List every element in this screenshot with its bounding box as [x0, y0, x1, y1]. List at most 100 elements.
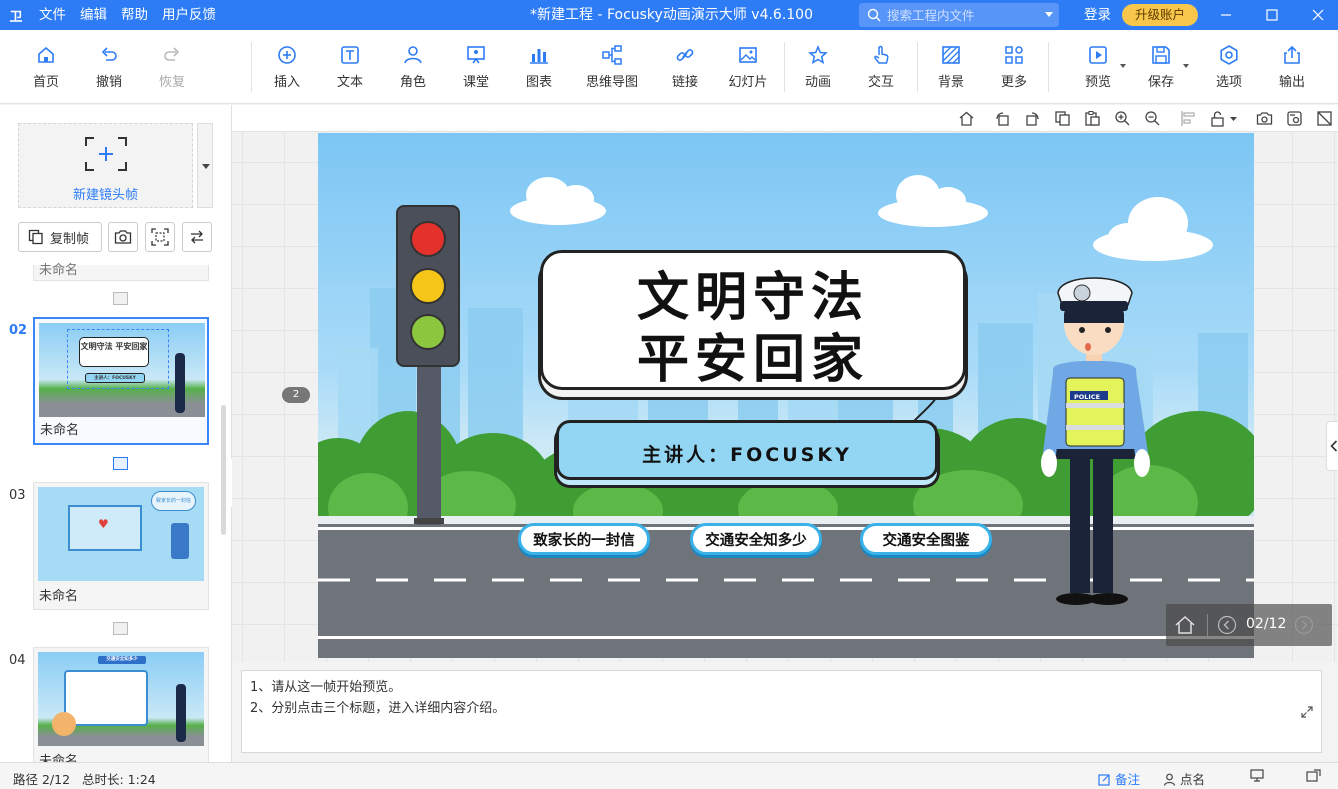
search-dropdown-icon[interactable] [1045, 12, 1053, 17]
save-button[interactable]: 保存 [1131, 44, 1191, 90]
align-left-icon[interactable] [1180, 110, 1197, 127]
snapshot-button[interactable] [108, 222, 138, 252]
slide-thumbnail: 交通安全知多少 [38, 652, 204, 746]
canvas-area[interactable]: 2 文明守法 平安回家 主讲人：FOCUSKY 致家长的一封信 交通安全知多少 … [232, 105, 1338, 662]
export-button[interactable]: 输出 [1262, 44, 1322, 90]
menu-file[interactable]: 文件 [32, 0, 73, 30]
link-button-letter[interactable]: 致家长的一封信 [518, 523, 650, 555]
prev-slide-icon[interactable] [1217, 615, 1237, 635]
project-search[interactable] [859, 3, 1059, 27]
home-view-icon[interactable] [958, 110, 975, 127]
mindmap-icon [602, 45, 622, 65]
preview-button[interactable]: 预览 [1068, 44, 1128, 90]
maximize-icon[interactable] [1252, 0, 1292, 30]
thumb-selection-box [67, 329, 169, 389]
transition-icon[interactable] [113, 292, 128, 305]
close-icon[interactable] [1298, 0, 1338, 30]
thumb-children [52, 712, 76, 736]
chart-button[interactable]: 图表 [509, 44, 569, 90]
home-icon[interactable] [1174, 614, 1196, 636]
expand-right-panel-button[interactable] [1326, 421, 1338, 471]
more-button[interactable]: 更多 [984, 44, 1044, 90]
slide-title-box[interactable]: 文明守法 平安回家 [540, 250, 966, 390]
upgrade-button[interactable]: 升级账户 [1122, 4, 1198, 26]
chevron-down-icon [202, 164, 210, 169]
zoom-in-icon[interactable] [1114, 110, 1131, 127]
fullscreen-icon[interactable] [1306, 769, 1321, 785]
menu-help[interactable]: 帮助 [114, 0, 155, 30]
home-button[interactable]: 首页 [16, 44, 76, 90]
options-button[interactable]: 选项 [1199, 44, 1259, 90]
character-button[interactable]: 角色 [383, 44, 443, 90]
notes-textarea[interactable]: 1、请从这一帧开始预览。 2、分别点击三个标题，进入详细内容介绍。 [241, 670, 1294, 753]
screenshot-icon[interactable] [1256, 110, 1273, 127]
reorder-button[interactable] [182, 222, 212, 252]
thumb-police-figure [175, 353, 185, 413]
duplicate-icon[interactable] [1054, 110, 1071, 127]
screen-icon[interactable] [1250, 769, 1264, 785]
slide-card-03[interactable]: ♥ 致家长的一封信 未命名 [33, 482, 209, 610]
interaction-button[interactable]: 交互 [851, 44, 911, 90]
paste-icon[interactable] [1084, 110, 1101, 127]
animation-button[interactable]: 动画 [788, 44, 848, 90]
rotate-left-icon[interactable] [994, 110, 1011, 127]
expand-notes-button[interactable] [1293, 670, 1322, 753]
menu-feedback[interactable]: 用户反馈 [155, 0, 223, 30]
link-button[interactable]: 链接 [655, 44, 715, 90]
slide-number: 04 [9, 653, 26, 668]
app-logo-icon: 卫 [9, 9, 23, 25]
rotate-right-icon[interactable] [1024, 110, 1041, 127]
redo-button[interactable]: 恢复 [142, 44, 202, 90]
slide-navigator: 02/12 [1166, 604, 1332, 646]
login-link[interactable]: 登录 [1084, 0, 1111, 30]
classroom-button[interactable]: 课堂 [446, 44, 506, 90]
save-dropdown-icon[interactable] [1183, 64, 1189, 68]
minimize-icon[interactable] [1206, 0, 1246, 30]
settings-icon[interactable] [1286, 110, 1303, 127]
police-badge-text: POLICE [1073, 393, 1101, 401]
link-button-knowledge[interactable]: 交通安全知多少 [690, 523, 822, 555]
copy-frame-button[interactable]: 复制帧 [18, 222, 102, 252]
slideshow-button[interactable]: 幻灯片 [718, 44, 778, 90]
mindmap-button[interactable]: 思维导图 [582, 44, 642, 90]
slide-card-partial[interactable]: 未命名 [33, 263, 209, 281]
search-input[interactable] [887, 7, 1037, 23]
next-slide-icon[interactable] [1294, 615, 1314, 635]
menu-bar: 文件 编辑 帮助 用户反馈 [32, 0, 223, 30]
text-button[interactable]: 文本 [320, 44, 380, 90]
fit-frame-button[interactable] [145, 222, 175, 252]
transition-icon[interactable] [113, 622, 128, 635]
zoom-out-icon[interactable] [1144, 110, 1161, 127]
background-button[interactable]: 背景 [921, 44, 981, 90]
notes-toggle[interactable]: 备注 [1098, 769, 1140, 788]
save-icon [1152, 46, 1170, 64]
cloud-icon [510, 175, 1213, 261]
play-icon [1089, 46, 1107, 64]
grid-icon[interactable] [1316, 110, 1333, 127]
classroom-icon [467, 46, 485, 64]
insert-button[interactable]: 插入 [257, 44, 317, 90]
status-bar: 路径 2/12 总时长: 1:24 备注 点名 [0, 762, 1338, 789]
lock-icon[interactable] [1210, 110, 1240, 127]
presenter-box[interactable]: 主讲人：FOCUSKY [556, 420, 938, 480]
toolbar-divider [784, 42, 785, 92]
undo-button[interactable]: 撤销 [79, 44, 139, 90]
swap-icon [191, 230, 203, 244]
rollcall-toggle[interactable]: 点名 [1163, 769, 1205, 788]
new-frame-dropdown[interactable] [197, 123, 213, 208]
menu-edit[interactable]: 编辑 [73, 0, 114, 30]
preview-dropdown-icon[interactable] [1120, 64, 1126, 68]
undo-icon [101, 47, 117, 61]
link-button-guide[interactable]: 交通安全图鉴 [860, 523, 992, 555]
plus-circle-icon [278, 46, 296, 64]
slide-number: 02 [9, 323, 28, 338]
panel-scrollbar[interactable] [221, 405, 226, 535]
slide-card-02[interactable]: 文明守法 平安回家 主讲人：FOCUSKY 未命名 [33, 317, 209, 445]
slide-canvas[interactable]: 文明守法 平安回家 主讲人：FOCUSKY 致家长的一封信 交通安全知多少 交通… [318, 133, 1254, 658]
new-frame-button[interactable]: 新建镜头帧 [18, 123, 193, 208]
transition-icon[interactable] [113, 457, 128, 470]
slide-card-04[interactable]: 交通安全知多少 未命名 [33, 647, 209, 762]
frame-number-badge[interactable]: 2 [282, 387, 310, 403]
grid-more-icon [1005, 46, 1023, 64]
thumb-content-box [64, 670, 148, 726]
